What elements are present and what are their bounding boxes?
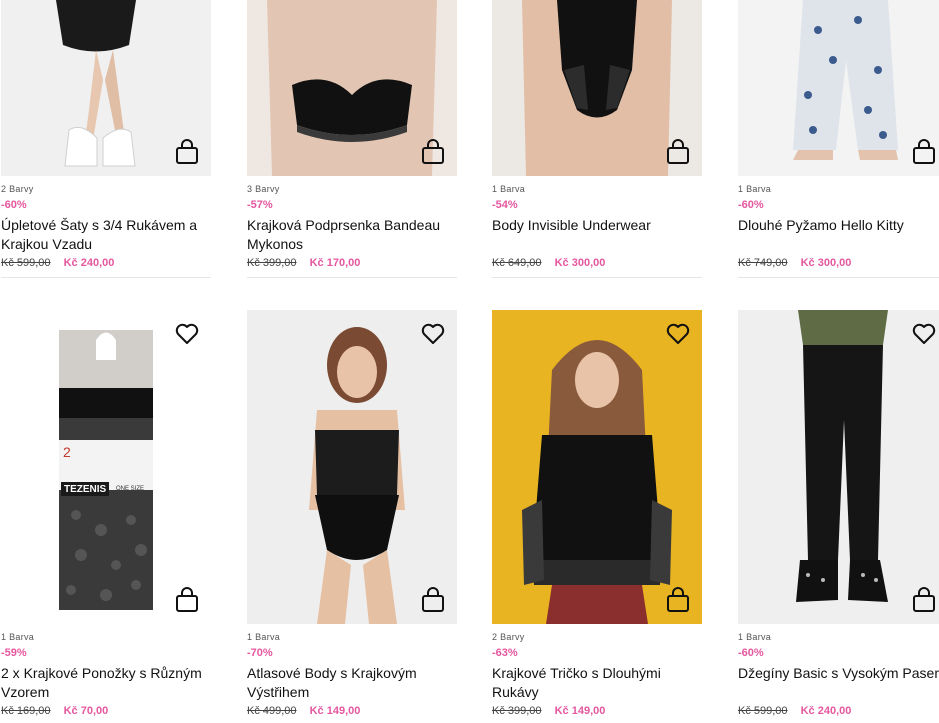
original-price: Kč 169,00 <box>1 705 51 717</box>
card-divider <box>492 277 702 278</box>
original-price: Kč 599,00 <box>738 705 788 717</box>
product-card[interactable]: 1 Barva -54% Body Invisible Underwear Kč… <box>492 0 702 278</box>
product-name[interactable]: Úpletové Šaty s 3/4 Rukávem a Krajkou Vz… <box>1 216 211 254</box>
color-count: 3 Barvy <box>247 184 280 194</box>
package-count: 2 <box>63 444 71 460</box>
shopping-bag-icon[interactable] <box>664 586 692 614</box>
price-row: Kč 399,00 Kč 170,00 <box>247 257 457 273</box>
heart-icon[interactable] <box>910 320 938 348</box>
product-image[interactable] <box>492 310 702 624</box>
color-count: 1 Barva <box>738 184 772 194</box>
product-card[interactable]: 2 Barvy -60% Úpletové Šaty s 3/4 Rukávem… <box>1 0 211 278</box>
sale-price: Kč 170,00 <box>309 257 361 269</box>
product-image[interactable] <box>1 0 211 176</box>
price-row: Kč 599,00 Kč 240,00 <box>738 705 939 721</box>
product-name[interactable]: Krajková Podprsenka Bandeau Mykonos <box>247 216 457 254</box>
original-price: Kč 749,00 <box>738 257 788 269</box>
size-label: ONE SIZE <box>116 486 145 492</box>
original-price: Kč 399,00 <box>492 705 542 717</box>
product-image[interactable]: 2 TEZENIS ONE SIZE <box>1 310 211 624</box>
product-name[interactable]: Krajkové Tričko s Dlouhými Rukávy <box>492 664 702 702</box>
heart-icon[interactable] <box>664 320 692 348</box>
card-divider <box>1 277 211 278</box>
product-card[interactable]: 3 Barvy -57% Krajková Podprsenka Bandeau… <box>247 0 457 278</box>
shopping-bag-icon[interactable] <box>173 138 201 166</box>
price-row: Kč 169,00 Kč 70,00 <box>1 705 211 721</box>
color-count: 2 Barvy <box>492 632 525 642</box>
price-row: Kč 399,00 Kč 149,00 <box>492 705 702 721</box>
original-price: Kč 599,00 <box>1 257 51 269</box>
product-name[interactable]: Džegíny Basic s Vysokým Pasem <box>738 664 939 702</box>
shopping-bag-icon[interactable] <box>910 586 938 614</box>
price-row: Kč 649,00 Kč 300,00 <box>492 257 702 273</box>
card-divider <box>738 277 939 278</box>
discount-badge: -54% <box>492 199 518 211</box>
product-image[interactable] <box>247 310 457 624</box>
sale-price: Kč 240,00 <box>63 257 115 269</box>
sale-price: Kč 149,00 <box>554 705 606 717</box>
product-card[interactable]: 2 TEZENIS ONE SIZE 1 Barva -59% 2 x Kraj… <box>1 310 211 721</box>
product-name[interactable]: Atlasové Body s Krajkovým Výstřihem <box>247 664 457 702</box>
original-price: Kč 649,00 <box>492 257 542 269</box>
sale-price: Kč 240,00 <box>800 705 852 717</box>
discount-badge: -70% <box>247 647 273 659</box>
color-count: 2 Barvy <box>1 184 34 194</box>
sale-price: Kč 70,00 <box>63 705 109 717</box>
shopping-bag-icon[interactable] <box>173 586 201 614</box>
heart-icon[interactable] <box>173 320 201 348</box>
sale-price: Kč 149,00 <box>309 705 361 717</box>
shopping-bag-icon[interactable] <box>664 138 692 166</box>
product-image[interactable] <box>247 0 457 176</box>
color-count: 1 Barva <box>738 632 772 642</box>
sale-price: Kč 300,00 <box>554 257 606 269</box>
product-card[interactable]: 2 Barvy -63% Krajkové Tričko s Dlouhými … <box>492 310 702 721</box>
price-row: Kč 749,00 Kč 300,00 <box>738 257 939 273</box>
discount-badge: -60% <box>1 199 27 211</box>
heart-icon[interactable] <box>419 320 447 348</box>
shopping-bag-icon[interactable] <box>419 586 447 614</box>
product-image[interactable] <box>738 310 939 624</box>
card-divider <box>247 277 457 278</box>
discount-badge: -60% <box>738 199 764 211</box>
price-row: Kč 499,00 Kč 149,00 <box>247 705 457 721</box>
brand-label: TEZENIS <box>64 484 107 495</box>
original-price: Kč 399,00 <box>247 257 297 269</box>
shopping-bag-icon[interactable] <box>910 138 938 166</box>
product-card[interactable]: 1 Barva -60% Džegíny Basic s Vysokým Pas… <box>738 310 939 721</box>
product-name[interactable]: Dlouhé Pyžamo Hello Kitty <box>738 216 939 235</box>
color-count: 1 Barva <box>1 632 35 642</box>
discount-badge: -60% <box>738 647 764 659</box>
product-card[interactable]: 1 Barva -60% Dlouhé Pyžamo Hello Kitty K… <box>738 0 939 278</box>
color-count: 1 Barva <box>492 184 526 194</box>
product-name[interactable]: Body Invisible Underwear <box>492 216 702 235</box>
color-count: 1 Barva <box>247 632 281 642</box>
shopping-bag-icon[interactable] <box>419 138 447 166</box>
product-name[interactable]: 2 x Krajkové Ponožky s Různým Vzorem <box>1 664 211 702</box>
discount-badge: -57% <box>247 199 273 211</box>
discount-badge: -63% <box>492 647 518 659</box>
price-row: Kč 599,00 Kč 240,00 <box>1 257 211 273</box>
product-image[interactable] <box>738 0 939 176</box>
product-card[interactable]: 1 Barva -70% Atlasové Body s Krajkovým V… <box>247 310 457 721</box>
product-grid: 2 Barvy -60% Úpletové Šaty s 3/4 Rukávem… <box>0 0 939 723</box>
sale-price: Kč 300,00 <box>800 257 852 269</box>
discount-badge: -59% <box>1 647 27 659</box>
original-price: Kč 499,00 <box>247 705 297 717</box>
product-image[interactable] <box>492 0 702 176</box>
